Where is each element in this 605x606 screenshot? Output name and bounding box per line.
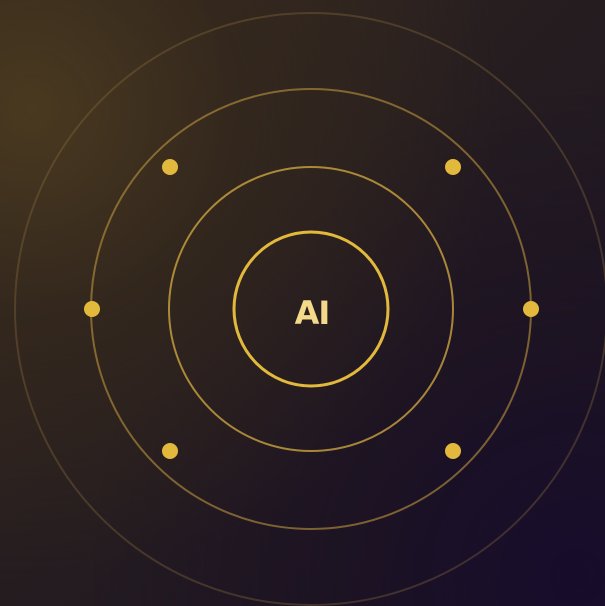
orbit-node-left bbox=[84, 301, 100, 317]
orbit-node-top-left bbox=[162, 159, 178, 175]
orbit-node-top-right bbox=[445, 159, 461, 175]
orbit-node-bottom-right bbox=[445, 443, 461, 459]
orbit-node-right bbox=[523, 301, 539, 317]
ai-orbit-graphic: AI bbox=[0, 0, 605, 606]
orbit-node-bottom-left bbox=[162, 443, 178, 459]
ai-label: AI bbox=[294, 294, 331, 332]
